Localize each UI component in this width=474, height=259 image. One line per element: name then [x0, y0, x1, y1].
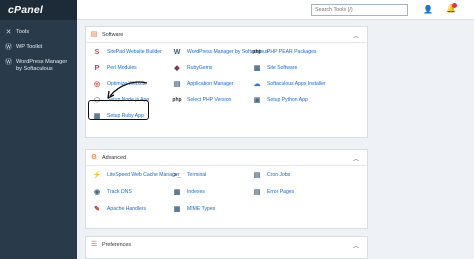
tool-label: SitePad Website Builder — [107, 49, 162, 55]
tool-application-manager[interactable]: ▤ Application Manager — [171, 78, 234, 90]
sidebar-item-label: Tools — [16, 29, 30, 35]
site-software-icon: ▦ — [253, 65, 261, 72]
sidebar-item-label: WordPress Manager by Softaculous — [16, 59, 68, 72]
application-manager-icon: ▤ — [173, 81, 181, 88]
tool-select-php-version[interactable]: php Select PHP Version — [171, 94, 231, 106]
user-icon[interactable]: 👤 — [423, 5, 433, 14]
tool-litespeed-web-cache-manager[interactable]: ⚡ LiteSpeed Web Cache Manager — [91, 169, 180, 181]
mime-types-icon: ▦ — [173, 206, 181, 213]
tool-softaculous-apps-installer[interactable]: ☁ Softaculous Apps Installer — [251, 78, 326, 90]
php-icon: php — [252, 49, 262, 55]
tool-label: Perl Modules — [107, 65, 137, 71]
tool-php-pear-packages[interactable]: php PHP PEAR Packages — [251, 46, 316, 58]
tool-label: Terminal — [187, 172, 207, 178]
sidebar-item-wp-toolkit[interactable]: Ⓦ WP Toolkit — [0, 41, 77, 54]
wordpress-icon: W — [173, 48, 181, 56]
terminal-icon: >_ — [173, 171, 181, 179]
advanced-panel: ⚙ Advanced ︿ ⚡ LiteSpeed Web Cache Manage… — [85, 149, 368, 229]
preferences-panel: ☰ Preferences ︿ — [85, 236, 368, 259]
tool-label: Setup Python App — [267, 97, 308, 103]
track-dns-icon: ◉ — [93, 189, 101, 196]
python-icon: ▣ — [253, 97, 261, 104]
sitepad-icon: S — [94, 48, 100, 56]
annotation-arrow — [107, 81, 148, 99]
error-pages-icon: ▤ — [253, 189, 261, 196]
sidebar-item-tools[interactable]: ✕ Tools — [0, 26, 77, 39]
wordpress-icon: Ⓦ — [5, 44, 12, 51]
tool-label: Error Pages — [267, 189, 295, 195]
software-icon: ▤ — [90, 30, 98, 38]
highlight-box — [88, 100, 149, 120]
tool-perl-modules[interactable]: P Perl Modules — [91, 62, 137, 74]
tool-label: RubyGems — [187, 65, 213, 71]
tool-label: MIME Types — [187, 206, 216, 212]
tool-apache-handlers[interactable]: ✎ Apache Handlers — [91, 203, 146, 215]
tool-label: Site Software — [267, 65, 298, 71]
chevron-up-icon[interactable]: ︿ — [353, 31, 359, 40]
sidebar: cPanel ✕ Tools Ⓦ WP Toolkit Ⓦ WordPress … — [0, 0, 77, 259]
wrench-icon: ✕ — [5, 29, 12, 36]
tool-label: Cron Jobs — [267, 172, 291, 178]
wordpress-icon: Ⓦ — [5, 59, 12, 66]
tool-mime-types[interactable]: ▦ MIME Types — [171, 203, 216, 215]
tool-label: LiteSpeed Web Cache Manager — [107, 172, 180, 178]
chevron-up-icon[interactable]: ︿ — [353, 154, 359, 163]
tool-rubygems[interactable]: ◆ RubyGems — [171, 62, 212, 74]
tool-terminal[interactable]: >_ Terminal — [171, 169, 206, 181]
preferences-icon: ☰ — [90, 241, 98, 248]
notification-badge — [452, 3, 457, 8]
panel-title: Software — [102, 31, 124, 38]
chevron-up-icon[interactable]: ︿ — [353, 241, 359, 250]
litespeed-icon: ⚡ — [92, 172, 102, 179]
tool-label: Select PHP Version — [187, 97, 232, 103]
advanced-icon: ⚙ — [90, 153, 98, 161]
apache-handlers-icon: ✎ — [94, 206, 100, 213]
softaculous-icon: ☁ — [253, 81, 261, 88]
tool-label: Softaculous Apps Installer — [267, 81, 326, 87]
tool-indexes[interactable]: ▦ Indexes — [171, 186, 205, 198]
tool-error-pages[interactable]: ▤ Error Pages — [251, 186, 295, 198]
tool-label: Track DNS — [107, 189, 132, 195]
cron-icon: ▤ — [253, 172, 261, 179]
tool-label: PHP PEAR Packages — [267, 49, 317, 55]
php-icon: php — [172, 97, 182, 103]
tool-label: Apache Handlers — [107, 206, 147, 212]
top-header: 👤 🔔 — [77, 0, 474, 20]
tool-site-software[interactable]: ▦ Site Software — [251, 62, 298, 74]
panel-title: Preferences — [102, 242, 132, 248]
tool-setup-python-app[interactable]: ▣ Setup Python App — [251, 94, 308, 106]
tool-label: Indexes — [187, 189, 205, 195]
software-panel-header[interactable]: ▤ Software ︿ — [86, 27, 367, 43]
sidebar-item-wordpress-manager[interactable]: Ⓦ WordPress Manager by Softaculous — [0, 56, 77, 76]
search-input[interactable] — [311, 4, 408, 16]
sidebar-nav: ✕ Tools Ⓦ WP Toolkit Ⓦ WordPress Manager… — [0, 26, 77, 76]
tool-sitepad-website-builder[interactable]: S SitePad Website Builder — [91, 46, 162, 58]
sidebar-item-label: WP Toolkit — [16, 44, 43, 50]
preferences-panel-header[interactable]: ☰ Preferences ︿ — [86, 237, 367, 253]
indexes-icon: ▦ — [173, 189, 181, 196]
advanced-panel-header[interactable]: ⚙ Advanced ︿ — [86, 150, 367, 166]
tool-cron-jobs[interactable]: ▤ Cron Jobs — [251, 169, 291, 181]
cpanel-logo[interactable]: cPanel — [8, 4, 43, 16]
perl-icon: P — [94, 64, 100, 72]
rubygems-icon: ◆ — [174, 65, 180, 72]
panel-title: Advanced — [102, 154, 126, 161]
tool-label: Application Manager — [187, 81, 234, 87]
tool-track-dns[interactable]: ◉ Track DNS — [91, 186, 132, 198]
logo-bar: cPanel — [0, 0, 77, 20]
